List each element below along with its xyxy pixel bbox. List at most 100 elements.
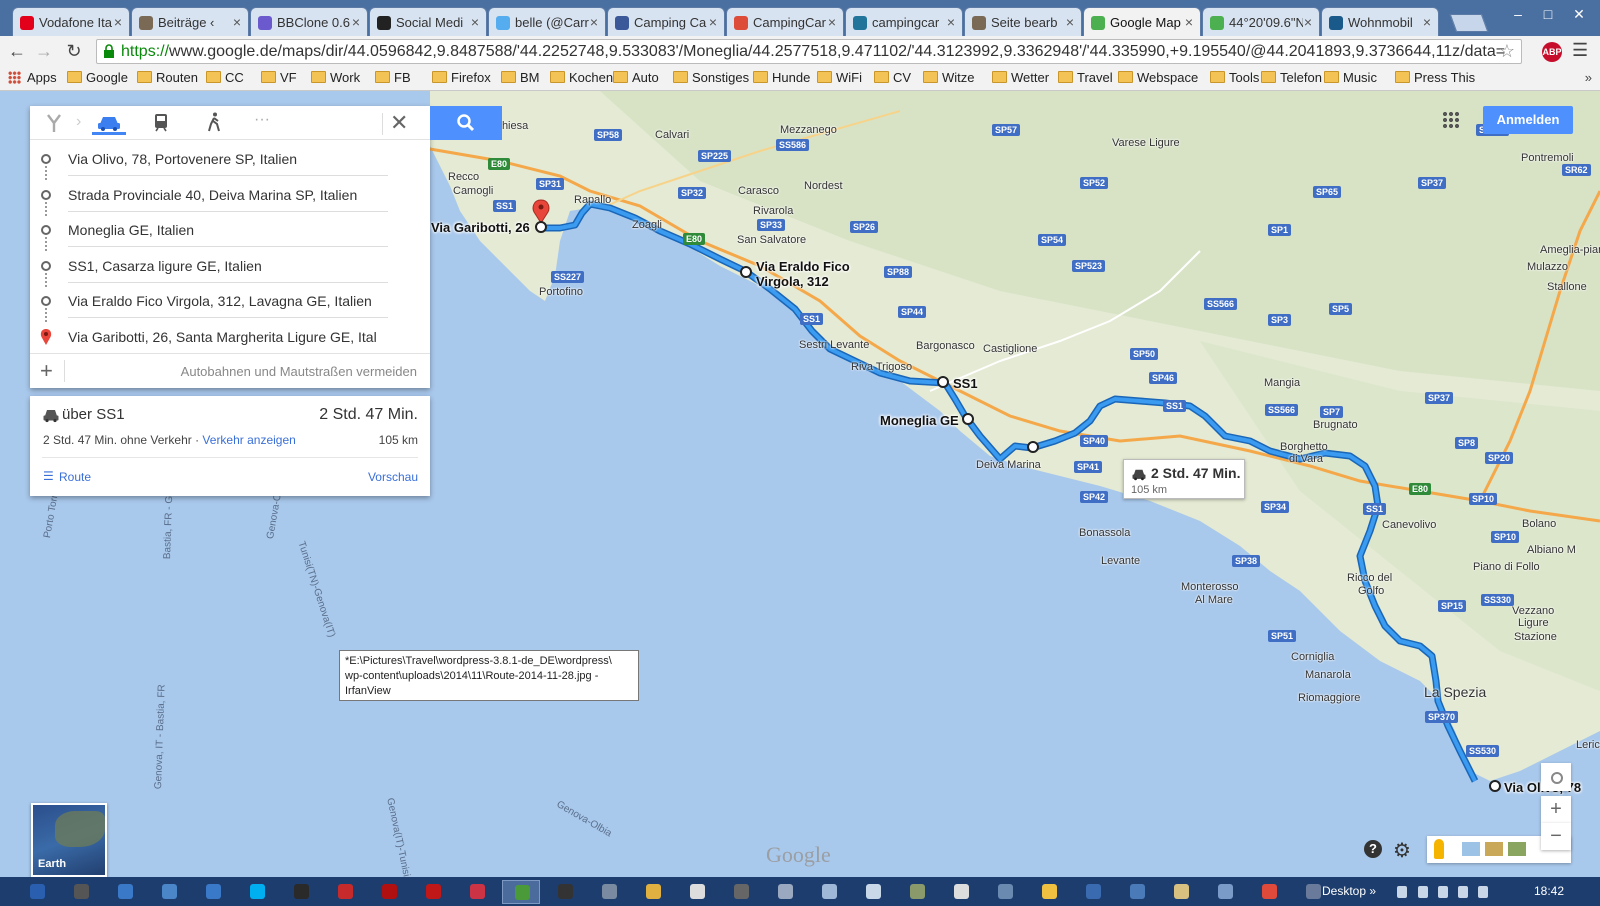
tab-close-icon[interactable]: ×: [352, 14, 360, 30]
waypoint-input[interactable]: Via Eraldo Fico Virgola, 312, Lavagna GE…: [68, 293, 388, 318]
taskbar-app-button[interactable]: [414, 880, 452, 904]
bookmark-item[interactable]: Work: [311, 70, 360, 85]
flag-icon[interactable]: [1478, 886, 1488, 898]
map-canvas[interactable]: Chiesa Calvari Mezzanego Varese Ligure Pontr…: [0, 91, 1600, 877]
taskbar-app-button[interactable]: [326, 880, 364, 904]
bookmark-item[interactable]: WiFi: [817, 70, 862, 85]
mode-transit[interactable]: [144, 111, 178, 135]
tab-close-icon[interactable]: ×: [590, 14, 598, 30]
waypoint-input[interactable]: SS1, Casarza ligure GE, Italien: [68, 258, 388, 283]
browser-tab[interactable]: belle (@Carr ×: [488, 7, 606, 36]
bookmark-item[interactable]: Apps: [8, 70, 57, 85]
waypoint-row[interactable]: Via Garibotti, 26, Santa Margherita Ligu…: [30, 319, 430, 354]
browser-tab[interactable]: Social Medi ×: [369, 7, 487, 36]
back-arrow-icon[interactable]: ←: [5, 40, 29, 62]
tab-close-icon[interactable]: ×: [114, 14, 122, 30]
waypoint-input[interactable]: Moneglia GE, Italien: [68, 222, 388, 247]
bookmark-item[interactable]: Telefon: [1261, 70, 1322, 85]
tab-close-icon[interactable]: ×: [1066, 14, 1074, 30]
browser-tab[interactable]: BBClone 0.6 ×: [250, 7, 368, 36]
bookmark-item[interactable]: Wetter: [992, 70, 1049, 85]
taskbar-app-button[interactable]: [986, 880, 1024, 904]
pegman-icon[interactable]: [1434, 839, 1444, 859]
volume-icon[interactable]: [1438, 886, 1448, 898]
battery-icon[interactable]: [1418, 886, 1428, 898]
bookmark-item[interactable]: VF: [261, 70, 297, 85]
sign-in-button[interactable]: Anmelden: [1483, 106, 1573, 134]
taskbar-app-button[interactable]: [766, 880, 804, 904]
waypoint-marker-ss1[interactable]: [937, 376, 949, 388]
taskbar-app-button[interactable]: [678, 880, 716, 904]
taskbar-app-button[interactable]: [590, 880, 628, 904]
taskbar-app-button[interactable]: [546, 880, 584, 904]
settings-gear-icon[interactable]: ⚙: [1393, 838, 1411, 863]
waypoint-row[interactable]: Strada Provinciale 40, Deiva Marina SP, …: [30, 177, 430, 216]
new-tab-button[interactable]: [1449, 14, 1489, 32]
taskbar-app-button[interactable]: [810, 880, 848, 904]
google-apps-icon[interactable]: [1442, 111, 1460, 129]
bookmark-item[interactable]: Kochen: [550, 70, 613, 85]
add-destination-icon[interactable]: +: [40, 358, 53, 384]
taskbar-app-button[interactable]: [1206, 880, 1244, 904]
taskbar-app-button[interactable]: [1074, 880, 1112, 904]
waypoint-marker-eraldo[interactable]: [740, 266, 752, 278]
bookmark-item[interactable]: Witze: [923, 70, 975, 85]
zoom-in-button[interactable]: +: [1541, 796, 1571, 823]
bookmark-star-icon[interactable]: ☆: [1499, 41, 1515, 62]
taskbar-app-button[interactable]: [18, 880, 56, 904]
photo-thumbnail-1[interactable]: [1462, 842, 1480, 856]
tab-close-icon[interactable]: ×: [233, 14, 241, 30]
browser-tab[interactable]: Google Map ×: [1083, 7, 1201, 36]
bookmark-item[interactable]: Routen: [137, 70, 198, 85]
taskbar-app-button[interactable]: [370, 880, 408, 904]
tab-close-icon[interactable]: ×: [709, 14, 717, 30]
search-button[interactable]: [430, 106, 502, 140]
zoom-out-button[interactable]: −: [1541, 823, 1571, 850]
minimize-button[interactable]: –: [1504, 6, 1532, 26]
photo-thumbnail-2[interactable]: [1485, 842, 1503, 856]
taskbar-app-button[interactable]: [1030, 880, 1068, 904]
show-traffic-link[interactable]: Verkehr anzeigen: [202, 433, 295, 447]
bookmark-item[interactable]: CV: [874, 70, 911, 85]
network-icon[interactable]: [1458, 886, 1468, 898]
taskbar-app-button[interactable]: [898, 880, 936, 904]
bookmark-item[interactable]: Firefox: [432, 70, 491, 85]
tab-close-icon[interactable]: ×: [1185, 14, 1193, 30]
taskbar-app-button[interactable]: [282, 880, 320, 904]
taskbar-app-button[interactable]: [854, 880, 892, 904]
browser-tab[interactable]: Camping Ca ×: [607, 7, 725, 36]
bookmarks-more-button[interactable]: »: [1585, 70, 1592, 85]
tab-close-icon[interactable]: ×: [471, 14, 479, 30]
forward-arrow-icon[interactable]: →: [32, 40, 56, 62]
waypoint-marker-olivo[interactable]: [1489, 780, 1501, 792]
route-preview-link[interactable]: Vorschau: [368, 470, 418, 484]
waypoint-input[interactable]: Strada Provinciale 40, Deiva Marina SP, …: [68, 187, 388, 212]
browser-tab[interactable]: Seite bearb ×: [964, 7, 1082, 36]
waypoint-input[interactable]: Via Garibotti, 26, Santa Margherita Ligu…: [68, 329, 388, 354]
bookmark-item[interactable]: Press This: [1395, 70, 1475, 85]
close-icon[interactable]: ✕: [390, 110, 408, 136]
route-summary-card[interactable]: über SS1 2 Std. 47 Min. 2 Std. 47 Min. o…: [30, 396, 430, 496]
bookmark-item[interactable]: Auto: [613, 70, 659, 85]
earth-view-toggle[interactable]: Earth: [31, 803, 107, 877]
taskbar-app-button[interactable]: [106, 880, 144, 904]
route-details-link[interactable]: Route: [43, 469, 91, 484]
waypoint-input[interactable]: Via Olivo, 78, Portovenere SP, Italien: [68, 151, 388, 176]
waypoint-row[interactable]: SS1, Casarza ligure GE, Italien: [30, 248, 430, 287]
more-modes-icon[interactable]: ···: [245, 111, 279, 135]
tab-close-icon[interactable]: ×: [947, 14, 955, 30]
mode-best[interactable]: [42, 111, 76, 135]
bookmark-item[interactable]: FB: [375, 70, 411, 85]
taskbar-app-button[interactable]: [722, 880, 760, 904]
waypoint-row[interactable]: Via Olivo, 78, Portovenere SP, Italien: [30, 141, 430, 180]
waypoint-marker-moneglia[interactable]: [962, 413, 974, 425]
tray-arrow-icon[interactable]: [1397, 886, 1407, 898]
waypoint-row[interactable]: Via Eraldo Fico Virgola, 312, Lavagna GE…: [30, 283, 430, 322]
bookmark-item[interactable]: Travel: [1058, 70, 1113, 85]
reload-icon[interactable]: ↻: [62, 40, 86, 62]
maximize-button[interactable]: □: [1534, 6, 1562, 26]
bookmark-item[interactable]: Google: [67, 70, 128, 85]
taskbar-app-button[interactable]: [238, 880, 276, 904]
taskbar-app-button[interactable]: [942, 880, 980, 904]
route-duration-tooltip[interactable]: 2 Std. 47 Min. 105 km: [1123, 459, 1245, 499]
